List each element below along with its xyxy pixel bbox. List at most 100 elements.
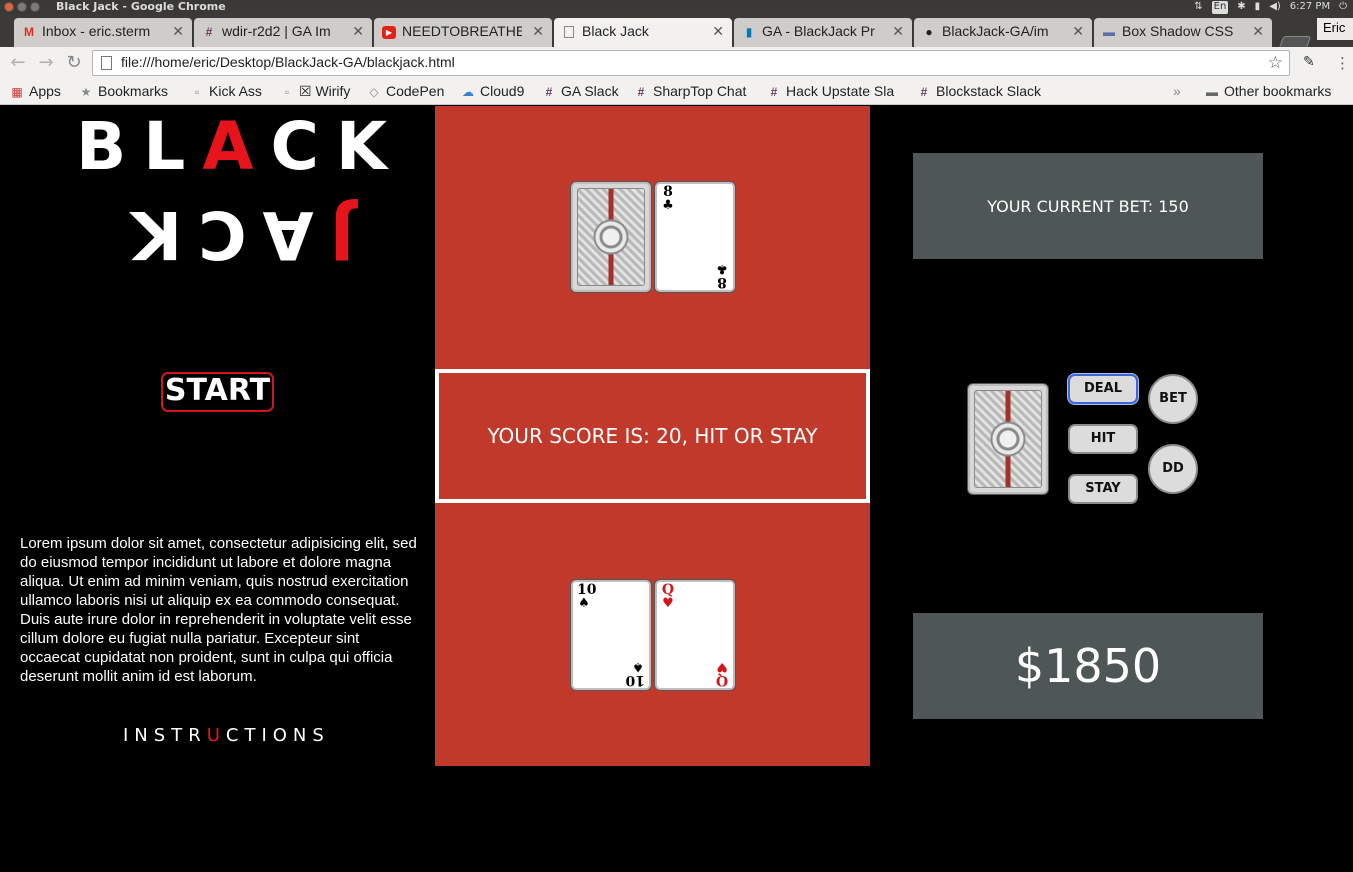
apps-grid-icon: ▦ [11, 85, 23, 99]
back-icon[interactable]: ← [8, 53, 28, 73]
volume-icon[interactable]: ◀) [1269, 0, 1281, 14]
heart-suit-icon: ♥ [716, 659, 728, 674]
start-button[interactable]: START [161, 372, 274, 412]
tab-label: GA - BlackJack Pr [762, 23, 875, 39]
address-bar[interactable]: file:///home/eric/Desktop/BlackJack-GA/b… [92, 50, 1290, 76]
profile-button[interactable]: Eric [1317, 18, 1353, 40]
tab-box-shadow-css[interactable]: ▬ Box Shadow CSS ✕ [1094, 18, 1272, 47]
tab-label: Box Shadow CSS [1122, 23, 1234, 39]
logo-text: ACK [115, 196, 314, 273]
bookmark-label: Hack Upstate Sla [786, 83, 895, 99]
spade-suit-icon: ♠ [578, 596, 590, 611]
window-minimize-button[interactable] [17, 2, 27, 12]
window-titlebar: Black Jack - Google Chrome ⇅ En ✱ ▮ ◀) 6… [0, 0, 1353, 14]
deal-button[interactable]: DEAL [1068, 374, 1138, 404]
bookmark-label: SharpTop Chat [653, 83, 747, 99]
card-back-pattern [974, 390, 1042, 488]
bookmark-bookmarks[interactable]: ★ Bookmarks [79, 83, 168, 99]
club-suit-icon: ♣ [662, 198, 674, 213]
close-tab-icon[interactable]: ✕ [352, 23, 364, 40]
logo-text: BL [76, 108, 203, 185]
close-tab-icon[interactable]: ✕ [172, 23, 184, 40]
instructions-accent-letter: U [206, 725, 226, 746]
browser-toolbar: ← → ↻ file:///home/eric/Desktop/BlackJac… [0, 47, 1353, 80]
tab-inbox[interactable]: M Inbox - eric.sterm ✕ [14, 18, 192, 47]
bluetooth-icon[interactable]: ✱ [1237, 0, 1245, 14]
bookmark-star-icon[interactable]: ☆ [1268, 53, 1283, 73]
page-info-icon[interactable] [101, 56, 112, 70]
logo-text: CK [270, 108, 405, 185]
clock[interactable]: 6:27 PM [1290, 0, 1330, 14]
tab-strip: M Inbox - eric.sterm ✕ # wdir-r2d2 | GA … [0, 14, 1353, 54]
card-rank-bottom: 8 ♣ [715, 261, 729, 290]
logo-accent-letter: A [202, 108, 271, 185]
window-title: Black Jack - Google Chrome [56, 0, 226, 13]
bookmark-wirify[interactable]: ▫ ☒ Wirify [280, 83, 351, 100]
bookmark-ga-slack[interactable]: # GA Slack [542, 83, 619, 99]
close-tab-icon[interactable]: ✕ [1252, 23, 1264, 40]
forward-icon[interactable]: → [36, 53, 56, 73]
tab-wdir-r2d2[interactable]: # wdir-r2d2 | GA Im ✕ [194, 18, 372, 47]
extension-icon[interactable]: ✎ [1303, 54, 1321, 72]
logo-black: BLACK [76, 112, 404, 182]
close-tab-icon[interactable]: ✕ [892, 23, 904, 40]
bookmark-hack-upstate[interactable]: # Hack Upstate Sla [767, 83, 907, 99]
tab-github-blackjack[interactable]: ● BlackJack-GA/im ✕ [914, 18, 1092, 47]
instructions-text: CTIONS [225, 725, 330, 746]
club-suit-icon: ♣ [716, 261, 728, 276]
reload-icon[interactable]: ↻ [64, 53, 84, 73]
bookmark-sharptop-chat[interactable]: # SharpTop Chat [634, 83, 747, 99]
bookmark-label: Kick Ass [209, 83, 262, 99]
stay-button[interactable]: STAY [1068, 474, 1138, 504]
bookmark-other[interactable]: ▬ Other bookmarks [1205, 83, 1331, 99]
deck-pile [968, 384, 1048, 494]
youtube-icon: ▶ [382, 26, 396, 39]
slack-hash-icon: # [545, 85, 553, 99]
window-close-button[interactable] [4, 2, 14, 12]
double-down-button[interactable]: DD [1148, 444, 1198, 494]
player-card: Q ♥ Q ♥ [655, 580, 735, 690]
close-tab-icon[interactable]: ✕ [1072, 23, 1084, 40]
bookmark-kick-ass[interactable]: ▫ Kick Ass [190, 83, 262, 99]
page-icon [564, 26, 574, 38]
slack-hash-icon: # [920, 85, 928, 99]
instructions-link[interactable]: INSTRUCTIONS [123, 725, 330, 746]
bookmark-label: Apps [29, 83, 61, 99]
bookmark-label: GA Slack [561, 83, 619, 99]
window-maximize-button[interactable] [30, 2, 40, 12]
close-tab-icon[interactable]: ✕ [532, 23, 544, 40]
card-rank-top: 8 ♣ [661, 185, 675, 213]
window-controls [4, 2, 40, 12]
tab-black-jack[interactable]: Black Jack ✕ [554, 18, 732, 47]
star-icon: ★ [80, 85, 92, 99]
bookmark-codepen[interactable]: ◇ CodePen [367, 83, 444, 99]
tab-ga-blackjack[interactable]: ▮ GA - BlackJack Pr ✕ [734, 18, 912, 47]
bookmark-label: ☒ Wirify [299, 83, 351, 99]
tab-needtobreathe[interactable]: ▶ NEEDTOBREATHE ✕ [374, 18, 552, 47]
logo-jack-flipped: JACK [115, 196, 354, 273]
tab-label: Inbox - eric.sterm [42, 23, 151, 39]
tab-label: BlackJack-GA/im [942, 23, 1049, 39]
slack-hash-icon: # [205, 25, 213, 39]
bet-button[interactable]: BET [1148, 374, 1198, 424]
bookmark-blockstack-slack[interactable]: # Blockstack Slack [917, 83, 1041, 99]
bookmark-cloud9[interactable]: ☁ Cloud9 [461, 83, 524, 99]
power-icon[interactable]: ⏻ [1339, 0, 1347, 14]
hit-button[interactable]: HIT [1068, 424, 1138, 454]
spade-suit-icon: ♠ [632, 659, 644, 674]
chrome-menu-icon[interactable]: ⋮ [1335, 54, 1350, 72]
card-rank: 10 [625, 672, 645, 688]
card-rank: 8 [717, 274, 727, 290]
address-url[interactable]: file:///home/eric/Desktop/BlackJack-GA/b… [121, 54, 455, 70]
bookmark-label: Blockstack Slack [936, 83, 1042, 99]
more-bookmarks-chevron-icon[interactable]: » [1173, 83, 1181, 99]
network-icon[interactable]: ⇅ [1194, 0, 1202, 14]
heart-suit-icon: ♥ [662, 596, 674, 611]
bookmark-label: Cloud9 [480, 83, 525, 99]
card-rank-bottom: 10 ♠ [626, 659, 645, 688]
keyboard-layout-indicator[interactable]: En [1211, 1, 1229, 14]
close-tab-icon[interactable]: ✕ [712, 23, 724, 40]
battery-icon[interactable]: ▮ [1255, 0, 1261, 14]
bookmark-apps[interactable]: ▦ Apps [10, 83, 61, 99]
description-text: Lorem ipsum dolor sit amet, consectetur … [20, 535, 417, 685]
